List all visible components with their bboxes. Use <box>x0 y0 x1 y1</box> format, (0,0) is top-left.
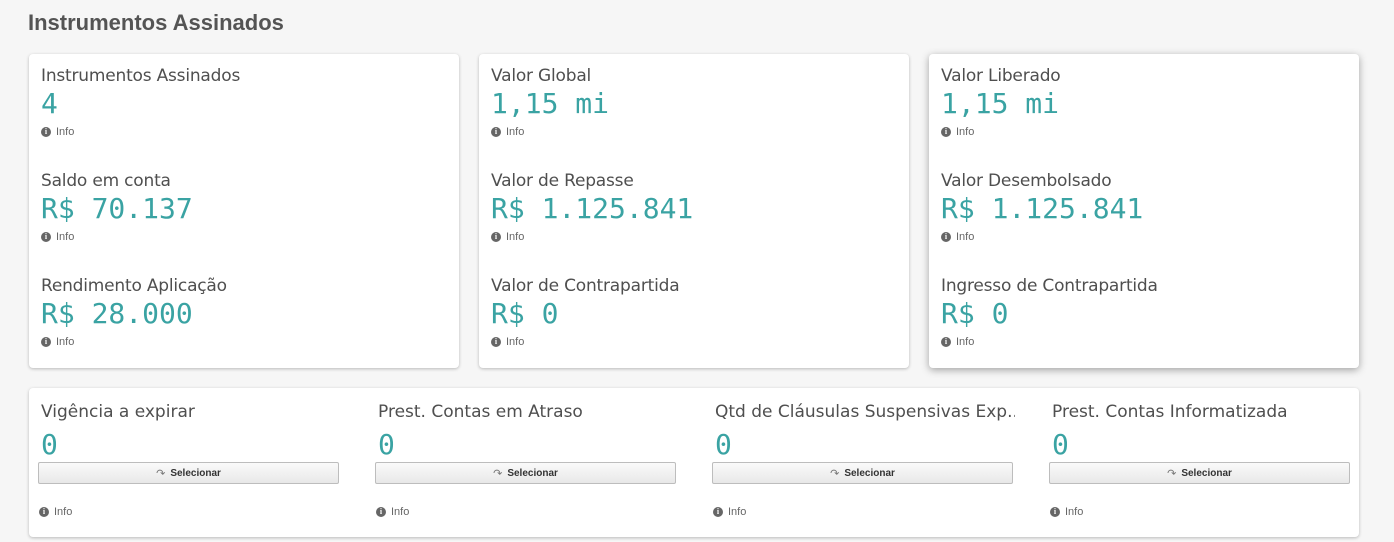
info-icon: i <box>941 127 951 137</box>
kpi-value: R$ 28.000 <box>41 297 193 330</box>
info-link[interactable]: i Info <box>941 231 1143 243</box>
info-icon: i <box>941 337 951 347</box>
status-value: 0 <box>41 428 58 461</box>
status-prest-contas-atraso: Prest. Contas em Atraso 0 ↷ Selecionar iI… <box>374 388 684 537</box>
kpi-label: Ingresso de Contrapartida <box>941 276 1158 296</box>
info-icon: i <box>39 507 49 517</box>
kpi-saldo-em-conta: Saldo em conta R$ 70.137 i Info <box>41 171 193 243</box>
info-icon: i <box>941 232 951 242</box>
info-icon: i <box>376 507 386 517</box>
status-label: Vigência a expirar <box>41 402 195 422</box>
share-arrow-icon: ↷ <box>156 467 166 480</box>
kpi-rendimento-aplicacao: Rendimento Aplicação R$ 28.000 i Info <box>41 276 227 348</box>
kpi-ingresso-contrapartida: Ingresso de Contrapartida R$ 0 i Info <box>941 276 1158 348</box>
info-link[interactable]: i Info <box>941 126 1061 138</box>
info-link[interactable]: i Info <box>713 506 746 518</box>
info-link[interactable]: i Info <box>39 506 72 518</box>
info-link[interactable]: i Info <box>491 336 679 348</box>
kpi-label: Valor Global <box>491 66 592 86</box>
kpi-label: Saldo em conta <box>41 171 171 191</box>
info-link[interactable]: i Info <box>41 126 240 138</box>
status-label: Prest. Contas Informatizada <box>1052 402 1288 422</box>
kpi-label: Valor de Repasse <box>491 171 634 191</box>
status-label: Prest. Contas em Atraso <box>378 402 583 422</box>
info-icon: i <box>1050 507 1060 517</box>
kpi-value: R$ 0 <box>941 297 1009 330</box>
kpi-label: Valor Liberado <box>941 66 1061 86</box>
share-arrow-icon: ↷ <box>830 467 840 480</box>
info-icon: i <box>41 127 51 137</box>
kpi-value: 1,15 mi <box>491 87 610 120</box>
info-link[interactable]: i Info <box>41 231 193 243</box>
kpi-value: R$ 70.137 <box>41 192 193 225</box>
kpi-label: Rendimento Aplicação <box>41 276 227 296</box>
kpi-label: Instrumentos Assinados <box>41 66 241 86</box>
kpi-valor-liberado: Valor Liberado 1,15 mi i Info <box>941 66 1061 138</box>
page-title: Instrumentos Assinados <box>28 10 284 35</box>
select-button[interactable]: ↷ Selecionar <box>38 462 339 484</box>
share-arrow-icon: ↷ <box>493 467 503 480</box>
info-icon: i <box>491 232 501 242</box>
info-icon: i <box>491 127 501 137</box>
kpi-value: R$ 1.125.841 <box>491 192 694 225</box>
kpi-label: Valor Desembolsado <box>941 171 1112 191</box>
kpi-value: 4 <box>41 87 58 120</box>
kpi-card-valores: Valor Global 1,15 mi i Info Valor de Repa… <box>479 54 909 368</box>
info-link[interactable]: i Info <box>376 506 409 518</box>
info-link[interactable]: i Info <box>491 126 609 138</box>
kpi-valor-global: Valor Global 1,15 mi i Info <box>491 66 609 138</box>
status-clausulas-suspensivas: Qtd de Cláusulas Suspensivas Exp... 0 ↷ S… <box>711 388 1021 537</box>
select-button[interactable]: ↷ Selecionar <box>375 462 676 484</box>
info-icon: i <box>41 337 51 347</box>
kpi-card-liberado: Valor Liberado 1,15 mi i Info Valor Desem… <box>929 54 1359 368</box>
info-icon: i <box>41 232 51 242</box>
select-button[interactable]: ↷ Selecionar <box>1049 462 1350 484</box>
select-button[interactable]: ↷ Selecionar <box>712 462 1013 484</box>
status-value: 0 <box>715 428 732 461</box>
status-prest-contas-informatizada: Prest. Contas Informatizada 0 ↷ Seleciona… <box>1048 388 1358 537</box>
share-arrow-icon: ↷ <box>1167 467 1177 480</box>
info-icon: i <box>713 507 723 517</box>
info-link[interactable]: i Info <box>41 336 227 348</box>
info-icon: i <box>491 337 501 347</box>
kpi-valor-repasse: Valor de Repasse R$ 1.125.841 i Info <box>491 171 693 243</box>
info-link[interactable]: i Info <box>491 231 693 243</box>
kpi-value: R$ 0 <box>491 297 559 330</box>
kpi-valor-desembolsado: Valor Desembolsado R$ 1.125.841 i Info <box>941 171 1143 243</box>
info-link[interactable]: i Info <box>941 336 1158 348</box>
info-link[interactable]: i Info <box>1050 506 1083 518</box>
kpi-instrumentos-assinados: Instrumentos Assinados 4 i Info <box>41 66 240 138</box>
status-value: 0 <box>1052 428 1069 461</box>
kpi-card-instrumentos: Instrumentos Assinados 4 i Info Saldo em … <box>29 54 459 368</box>
status-value: 0 <box>378 428 395 461</box>
status-label: Qtd de Cláusulas Suspensivas Exp... <box>715 402 1015 422</box>
kpi-value: R$ 1.125.841 <box>941 192 1144 225</box>
status-vigencia-expirar: Vigência a expirar 0 ↷ Selecionar i Info <box>37 388 347 537</box>
status-card: Vigência a expirar 0 ↷ Selecionar i Info P… <box>29 388 1359 537</box>
kpi-valor-contrapartida: Valor de Contrapartida R$ 0 i Info <box>491 276 680 348</box>
kpi-label: Valor de Contrapartida <box>491 276 680 296</box>
kpi-value: 1,15 mi <box>941 87 1060 120</box>
